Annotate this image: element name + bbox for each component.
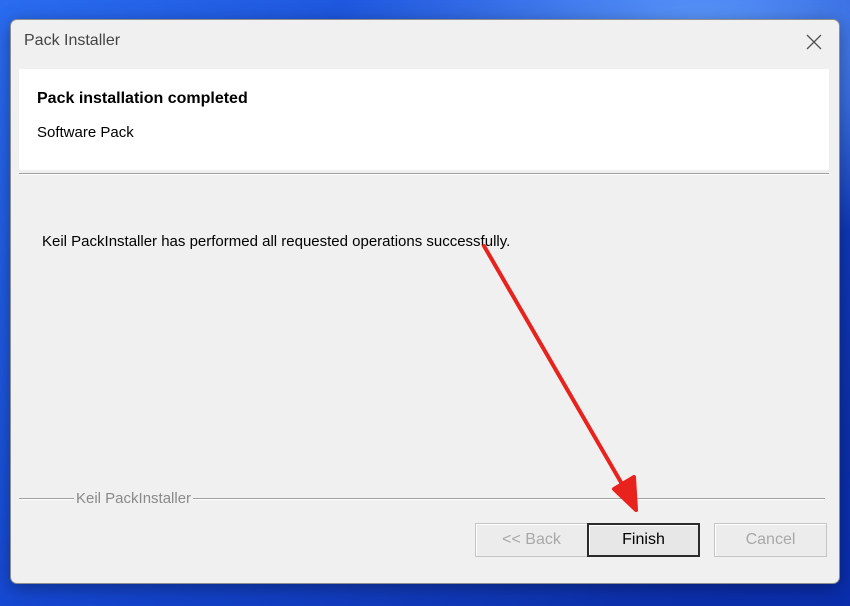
title-bar: Pack Installer [11, 20, 839, 64]
pack-installer-dialog: Pack Installer Pack installation complet… [10, 19, 840, 584]
finish-button[interactable]: Finish [587, 523, 700, 557]
close-icon [806, 34, 822, 50]
header-title: Pack installation completed [37, 90, 248, 107]
footer-group-label: Keil PackInstaller [74, 490, 194, 507]
header-divider [19, 173, 829, 175]
back-button[interactable]: << Back [475, 523, 588, 557]
header-panel: Pack installation completed Software Pac… [19, 69, 829, 170]
window-title: Pack Installer [24, 32, 121, 49]
status-message: Keil PackInstaller has performed all req… [42, 233, 511, 250]
cancel-button[interactable]: Cancel [714, 523, 827, 557]
close-button[interactable] [797, 26, 831, 58]
header-subtitle: Software Pack [37, 124, 134, 141]
